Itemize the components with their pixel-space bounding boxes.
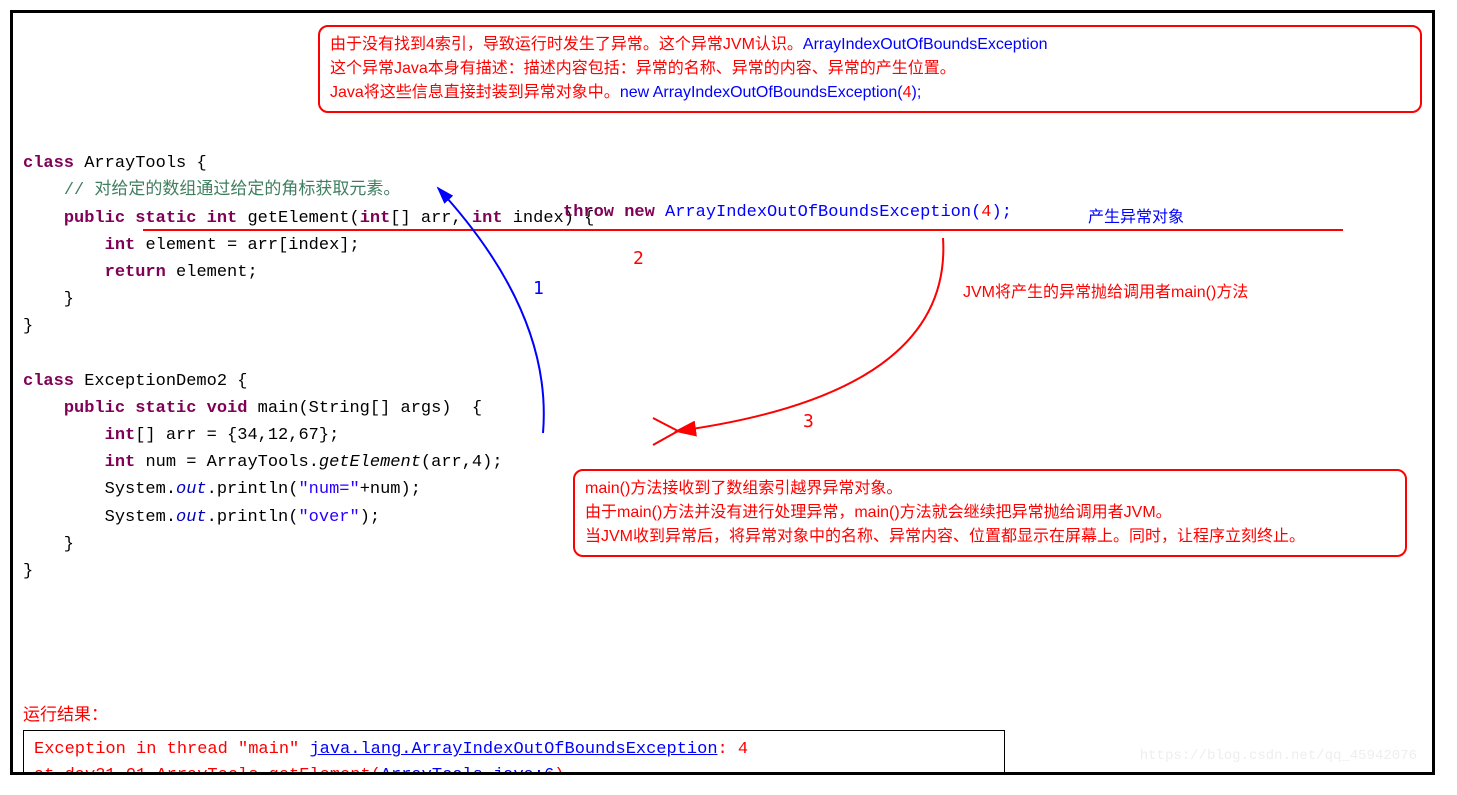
anno-top-line2: 这个异常Java本身有描述：描述内容包括：异常的名称、异常的内容、异常的产生位置… — [330, 57, 1410, 81]
arrow-label-2: 2 — [633, 248, 644, 269]
anno-top-line1-red: 由于没有找到4索引，导致运行时发生了异常。这个异常JVM认识。 — [330, 36, 803, 53]
anno-bot-line1: main()方法接收到了数组索引越界异常对象。 — [585, 477, 1395, 501]
console-output: Exception in thread "main" java.lang.Arr… — [23, 730, 1005, 775]
jvm-throw-label: JVM将产生的异常抛给调用者main()方法 — [963, 278, 1248, 302]
inline-throw: throw new ArrayIndexOutOfBoundsException… — [563, 203, 1012, 222]
anno-top-line3a: Java将这些信息直接封装到异常对象中。 — [330, 84, 620, 101]
anno-bot-line2: 由于main()方法并没有进行处理异常，main()方法就会继续把异常抛给调用者… — [585, 501, 1395, 525]
annotation-bottom-box: main()方法接收到了数组索引越界异常对象。 由于main()方法并没有进行处… — [573, 469, 1407, 557]
console-line1: Exception in thread "main" java.lang.Arr… — [34, 740, 748, 759]
arrow-label-1: 1 — [533, 278, 544, 299]
red-underline — [143, 229, 1343, 231]
console-line2: at day21_01.ArrayTools.getElement(ArrayT… — [34, 766, 565, 775]
produce-exception-label: 产生异常对象 — [1088, 203, 1184, 227]
annotation-top-box: 由于没有找到4索引，导致运行时发生了异常。这个异常JVM认识。ArrayInde… — [318, 25, 1422, 113]
arrow-label-3: 3 — [803, 411, 814, 432]
document-frame: 由于没有找到4索引，导致运行时发生了异常。这个异常JVM认识。ArrayInde… — [10, 10, 1435, 775]
anno-top-line1-blue: ArrayIndexOutOfBoundsException — [803, 36, 1048, 53]
anno-top-line3c: ); — [912, 84, 922, 101]
anno-top-line3b: new ArrayIndexOutOfBoundsException( — [620, 84, 903, 101]
watermark: https://blog.csdn.net/qq_45942076 — [1140, 748, 1417, 764]
anno-bot-line3: 当JVM收到异常后，将异常对象中的名称、异常内容、位置都显示在屏幕上。同时，让程… — [585, 525, 1395, 549]
anno-top-line3-num: 4 — [903, 84, 912, 101]
run-result-label: 运行结果： — [23, 700, 1422, 725]
